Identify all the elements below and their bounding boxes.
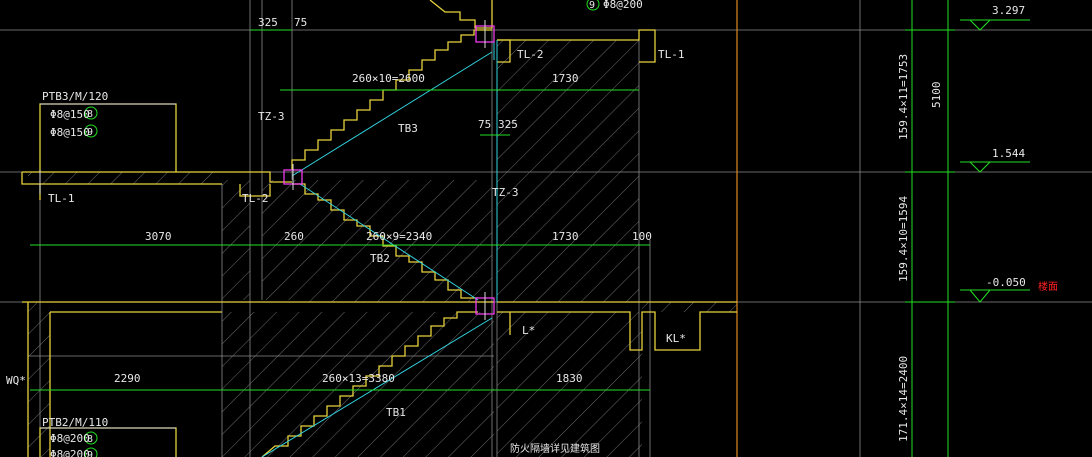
elev-1-544: 1.544: [992, 147, 1025, 160]
elev-floor-note: 楼面: [1038, 280, 1058, 293]
ptb3-rebar1-tag: 8: [87, 109, 93, 120]
hatched-regions: [28, 40, 737, 457]
dim-75-mid: 75: [478, 118, 491, 131]
top-rebar: Φ8@200: [603, 0, 643, 11]
bottom-note: 防火隔墙详见建筑图: [510, 442, 600, 455]
label-tl2-top: TL-2: [517, 48, 544, 61]
dim-325-top: 325: [258, 16, 278, 29]
label-tl2-mid: TL-2: [242, 192, 269, 205]
ptb2-rebar2: Φ8@200: [50, 448, 90, 457]
dim-1730-top: 1730: [552, 72, 579, 85]
dim-100: 100: [632, 230, 652, 243]
ptb2-title: PTB2/M/110: [42, 416, 108, 429]
label-tz3-mid: TZ-3: [492, 186, 519, 199]
stair-section-drawing: 9 Φ8@200 325 75 TL-2 TL-1 260×10=2600 17…: [0, 0, 1092, 457]
dim-325-mid: 325: [498, 118, 518, 131]
label-tb1: TB1: [386, 406, 406, 419]
dim-rise-upper: 159.4×11=1753: [897, 54, 910, 140]
ptb2-rebar2-tag: 9: [87, 450, 93, 457]
dim-2290: 2290: [114, 372, 141, 385]
ptb3-rebar2-tag: 9: [87, 127, 93, 138]
label-tl1-top: TL-1: [658, 48, 685, 61]
elev-3-297: 3.297: [992, 4, 1025, 17]
dim-run-tb3: 260×10=2600: [352, 72, 425, 85]
label-tb3: TB3: [398, 122, 418, 135]
dim-total-height: 5100: [930, 82, 943, 109]
ptb3-title: PTB3/M/120: [42, 90, 108, 103]
top-rebar-tag: 9: [589, 0, 595, 11]
elev-neg-0-050: -0.050: [986, 276, 1026, 289]
ptb3-rebar1: Φ8@150: [50, 108, 90, 121]
label-kl-beam: KL*: [666, 332, 686, 345]
dim-1730-mid: 1730: [552, 230, 579, 243]
label-l-beam: L*: [522, 324, 535, 337]
dim-run-tb1: 260×13=3380: [322, 372, 395, 385]
dim-1830: 1830: [556, 372, 583, 385]
label-tz3-left: TZ-3: [258, 110, 285, 123]
label-tb2: TB2: [370, 252, 390, 265]
dim-rise-mid: 159.4×10=1594: [897, 196, 910, 282]
ptb3-rebar2: Φ8@150: [50, 126, 90, 139]
dim-75-top: 75: [294, 16, 307, 29]
dim-3070: 3070: [145, 230, 172, 243]
leader-lines: [39, 103, 176, 429]
ptb2-rebar1: Φ8@200: [50, 432, 90, 445]
dim-run-tb2: 260×9=2340: [366, 230, 432, 243]
dim-rise-lower: 171.4×14=2400: [897, 356, 910, 442]
ptb2-rebar1-tag: 8: [87, 434, 93, 445]
label-wq: WQ*: [6, 374, 26, 387]
label-tl1-left: TL-1: [48, 192, 75, 205]
dim-260: 260: [284, 230, 304, 243]
